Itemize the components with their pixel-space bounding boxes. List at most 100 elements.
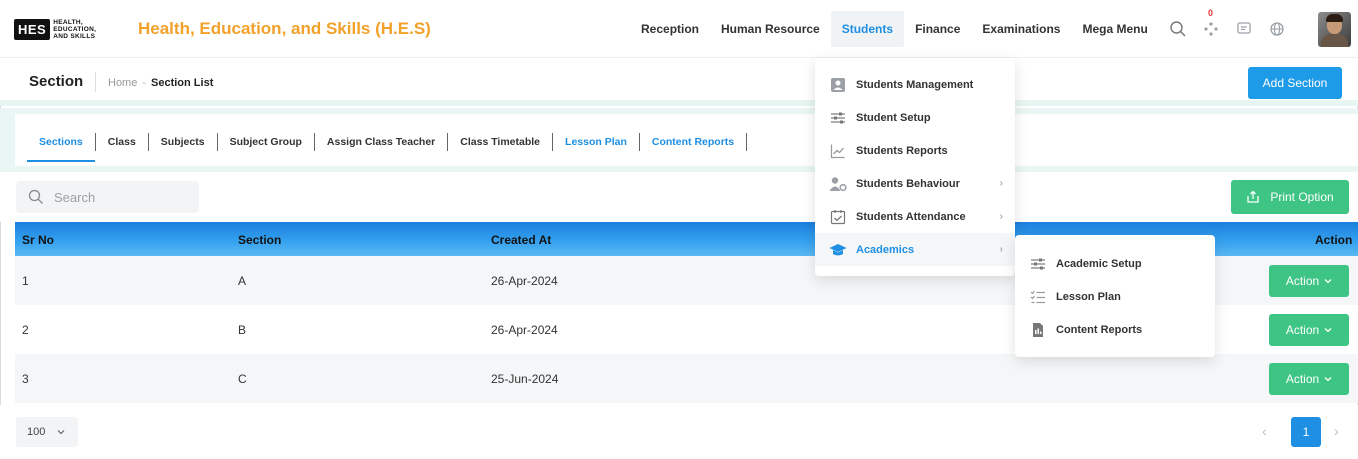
menu-item-label: Students Reports [856,144,948,157]
tab-subjects[interactable]: Subjects [149,134,217,150]
cell-sr-no: 2 [22,323,29,337]
avatar[interactable] [1318,12,1351,47]
page-header: Section Home - Section List Add Section [0,58,1358,106]
calendar-check-icon [829,208,847,226]
cell-created-at: 26-Apr-2024 [491,274,558,288]
cell-section: C [238,372,247,386]
logo[interactable]: HES HEALTH, EDUCATION, AND SKILLS [14,18,96,40]
row-action-label: Action [1285,323,1320,337]
sliders-icon [1029,255,1047,273]
tab-class[interactable]: Class [96,134,148,150]
message-icon[interactable] [1229,14,1259,44]
search-icon[interactable] [1163,14,1193,44]
academics-submenu: Academic Setup Lesson Plan Content Repor… [1015,235,1215,357]
cell-section: A [238,274,247,288]
checklist-icon [1029,288,1047,306]
search-icon [28,189,43,204]
page-title: Section [29,73,84,90]
submenu-item-academic-setup[interactable]: Academic Setup [1015,247,1215,280]
breadcrumb-separator: - [142,77,147,89]
print-option-button[interactable]: Print Option [1231,180,1349,214]
document-icon [1029,321,1047,339]
sliders-icon [829,109,847,127]
breadcrumb-current: Section List [151,77,214,89]
chevron-down-icon [1324,377,1332,382]
tab-sections[interactable]: Sections [27,134,95,162]
pagination-page-1[interactable]: 1 [1291,417,1321,447]
nav-item-mega-menu[interactable]: Mega Menu [1071,11,1158,47]
top-header: HES HEALTH, EDUCATION, AND SKILLS Health… [0,0,1358,58]
submenu-item-label: Content Reports [1056,323,1143,336]
chevron-right-icon: › [999,211,1003,222]
menu-item-students-management[interactable]: Students Management [815,68,1015,101]
menu-item-students-reports[interactable]: Students Reports [815,134,1015,167]
column-header-created-at[interactable]: Created At [491,233,551,247]
logo-text-line: HEALTH, [53,18,84,26]
cell-created-at: 25-Jun-2024 [491,372,559,386]
tab-subject-group[interactable]: Subject Group [218,134,314,150]
tab-bar: Sections Class Subjects Subject Group As… [27,133,748,162]
row-action-label: Action [1285,274,1320,288]
submenu-item-label: Academic Setup [1056,257,1142,270]
share-icon [1247,190,1259,203]
main-nav: Reception Human Resource Students Financ… [630,11,1159,47]
title-divider [95,72,96,92]
nav-item-finance[interactable]: Finance [904,11,971,47]
pagination-prev-icon[interactable]: ‹ [1262,423,1267,439]
submenu-item-content-reports[interactable]: Content Reports [1015,313,1215,346]
nav-item-examinations[interactable]: Examinations [971,11,1071,47]
menu-item-students-behaviour[interactable]: Students Behaviour › [815,167,1015,200]
cell-section: B [238,323,247,337]
students-dropdown-menu: Students Management Student Setup Studen… [815,58,1015,276]
table-footer: 100 ‹ 1 › [0,405,1358,459]
tab-class-timetable[interactable]: Class Timetable [448,134,552,150]
header-icons: 0 [1160,8,1292,47]
chevron-down-icon [57,430,65,435]
nav-item-reception[interactable]: Reception [630,11,710,47]
row-action-button[interactable]: Action [1269,314,1349,346]
table-toolbar: Print Option [0,172,1358,222]
logo-abbr: HES [14,18,51,40]
globe-icon[interactable] [1262,14,1292,44]
row-action-button[interactable]: Action [1269,265,1349,297]
print-option-label: Print Option [1270,190,1334,204]
page-size-select[interactable]: 100 [16,417,78,447]
brand-title: Health, Education, and Skills (H.E.S) [138,19,431,38]
submenu-item-lesson-plan[interactable]: Lesson Plan [1015,280,1215,313]
logo-text-line: EDUCATION, [53,25,97,33]
row-action-button[interactable]: Action [1269,363,1349,395]
logo-text: HEALTH, EDUCATION, AND SKILLS [53,19,96,40]
tab-divider [746,133,748,151]
tab-lesson-plan[interactable]: Lesson Plan [553,134,639,150]
avatar-body [1321,34,1348,47]
row-action-label: Action [1285,372,1320,386]
tabs-area: Sections Class Subjects Subject Group As… [0,108,1358,172]
column-header-sr-no[interactable]: Sr No [22,233,54,247]
chart-icon [829,142,847,160]
pagination-next-icon[interactable]: › [1334,423,1339,439]
menu-item-students-attendance[interactable]: Students Attendance › [815,200,1015,233]
nav-item-human-resource[interactable]: Human Resource [710,11,831,47]
menu-item-student-setup[interactable]: Student Setup [815,101,1015,134]
chevron-right-icon: › [999,178,1003,189]
add-section-button[interactable]: Add Section [1248,67,1342,99]
apps-icon[interactable]: 0 [1196,8,1226,44]
menu-item-academics[interactable]: Academics › [815,233,1015,266]
nav-item-students[interactable]: Students [830,11,905,47]
menu-item-label: Students Management [856,78,974,91]
cell-created-at: 26-Apr-2024 [491,323,558,337]
table-row: 3 C 25-Jun-2024 Action [15,354,1358,403]
breadcrumb-home[interactable]: Home [108,77,137,89]
search-input[interactable] [54,189,184,205]
search-box[interactable] [16,181,199,213]
page-size-value: 100 [27,426,46,438]
chevron-right-icon: › [999,244,1003,255]
logo-text-line: AND SKILLS [53,32,96,40]
column-header-section[interactable]: Section [238,233,281,247]
tab-assign-class-teacher[interactable]: Assign Class Teacher [315,134,447,150]
menu-item-label: Student Setup [856,111,931,124]
students-management-icon [829,76,847,94]
submenu-item-label: Lesson Plan [1056,290,1121,303]
chevron-down-icon [1324,328,1332,333]
tab-content-reports[interactable]: Content Reports [640,134,746,150]
